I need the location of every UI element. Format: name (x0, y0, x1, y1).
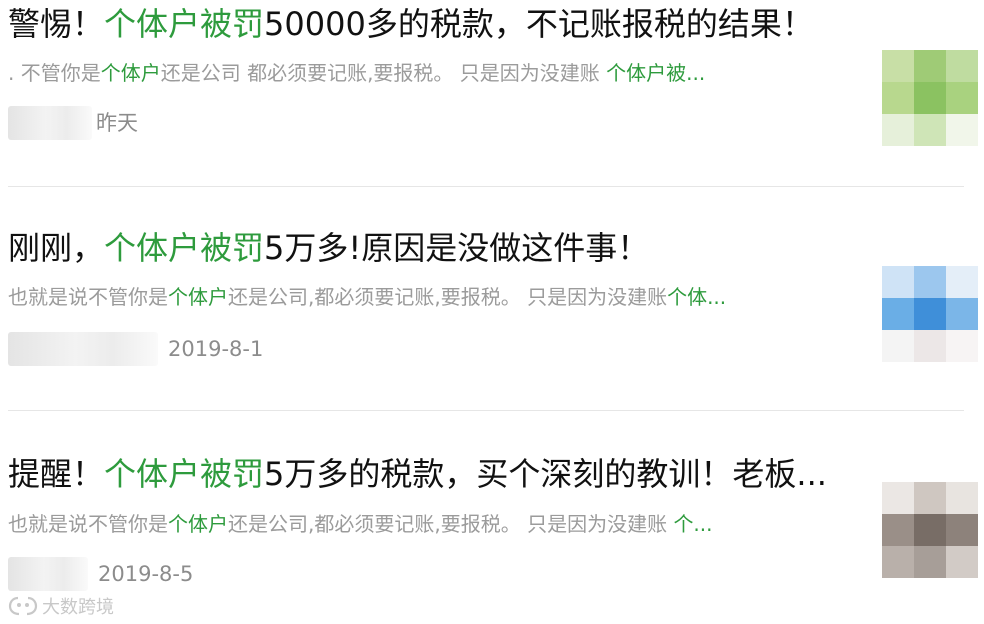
search-result-3[interactable]: 提醒！个体户被罚5万多的税款，买个深刻的教训！老板... 也就是说不管你是个体户… (0, 0, 984, 591)
result-snippet: 也就是说不管你是个体户还是公司,都必须要记账,要报税。 只是因为没建账 个... (8, 511, 713, 537)
title-suffix: 5万多!原因是没做这件事！ (264, 229, 650, 267)
result-thumbnail[interactable] (882, 482, 978, 578)
result-date: 2019-8-5 (98, 562, 194, 586)
result-thumbnail[interactable] (882, 266, 978, 362)
snippet-highlight: 个... (673, 512, 713, 536)
title-suffix: 5万多的税款，买个深刻的教训！老板... (264, 455, 827, 493)
thumbnail-pixel (914, 546, 946, 578)
snippet-text: 也就是说不管你是 (8, 285, 168, 309)
thumbnail-pixel (914, 482, 946, 514)
thumbnail-pixel (882, 266, 914, 298)
thumbnail-pixel (882, 546, 914, 578)
snippet-text: 也就是说不管你是 (8, 512, 168, 536)
title-highlight: 个体户被罚 (104, 455, 265, 493)
thumbnail-pixel (914, 514, 946, 546)
snippet-highlight: 个体户 (168, 512, 228, 536)
snippet-highlight: 个体户 (168, 285, 228, 309)
thumbnail-pixel (946, 546, 978, 578)
result-snippet: 也就是说不管你是个体户还是公司,都必须要记账,要报税。 只是因为没建账个体... (8, 284, 726, 310)
result-title-link[interactable]: 提醒！个体户被罚5万多的税款，买个深刻的教训！老板... (8, 454, 827, 494)
title-highlight: 个体户被罚 (104, 229, 265, 267)
thumbnail-pixel (882, 482, 914, 514)
blurred-source-name (8, 332, 158, 366)
thumbnail-pixel (946, 514, 978, 546)
blurred-source-name (8, 557, 88, 591)
watermark-logo-icon (8, 596, 38, 616)
result-date: 2019-8-1 (168, 337, 264, 361)
thumbnail-pixel (946, 330, 978, 362)
title-prefix: 刚刚， (8, 229, 105, 267)
watermark-text: 大数跨境 (42, 597, 114, 618)
thumbnail-pixel (882, 330, 914, 362)
thumbnail-pixel (946, 298, 978, 330)
thumbnail-pixel (882, 514, 914, 546)
result-title-link[interactable]: 刚刚，个体户被罚5万多!原因是没做这件事！ (8, 228, 649, 268)
thumbnail-pixel (914, 266, 946, 298)
snippet-text: 还是公司,都必须要记账,要报税。 只是因为没建账 (228, 285, 668, 309)
thumbnail-pixel (946, 482, 978, 514)
watermark: 大数跨境 (8, 592, 114, 620)
divider (8, 410, 964, 411)
thumbnail-pixel (914, 298, 946, 330)
thumbnail-pixel (882, 298, 914, 330)
snippet-highlight: 个体... (667, 285, 727, 309)
title-prefix: 提醒！ (8, 455, 105, 493)
snippet-text: 还是公司,都必须要记账,要报税。 只是因为没建账 (228, 512, 674, 536)
thumbnail-pixel (914, 330, 946, 362)
thumbnail-pixel (946, 266, 978, 298)
